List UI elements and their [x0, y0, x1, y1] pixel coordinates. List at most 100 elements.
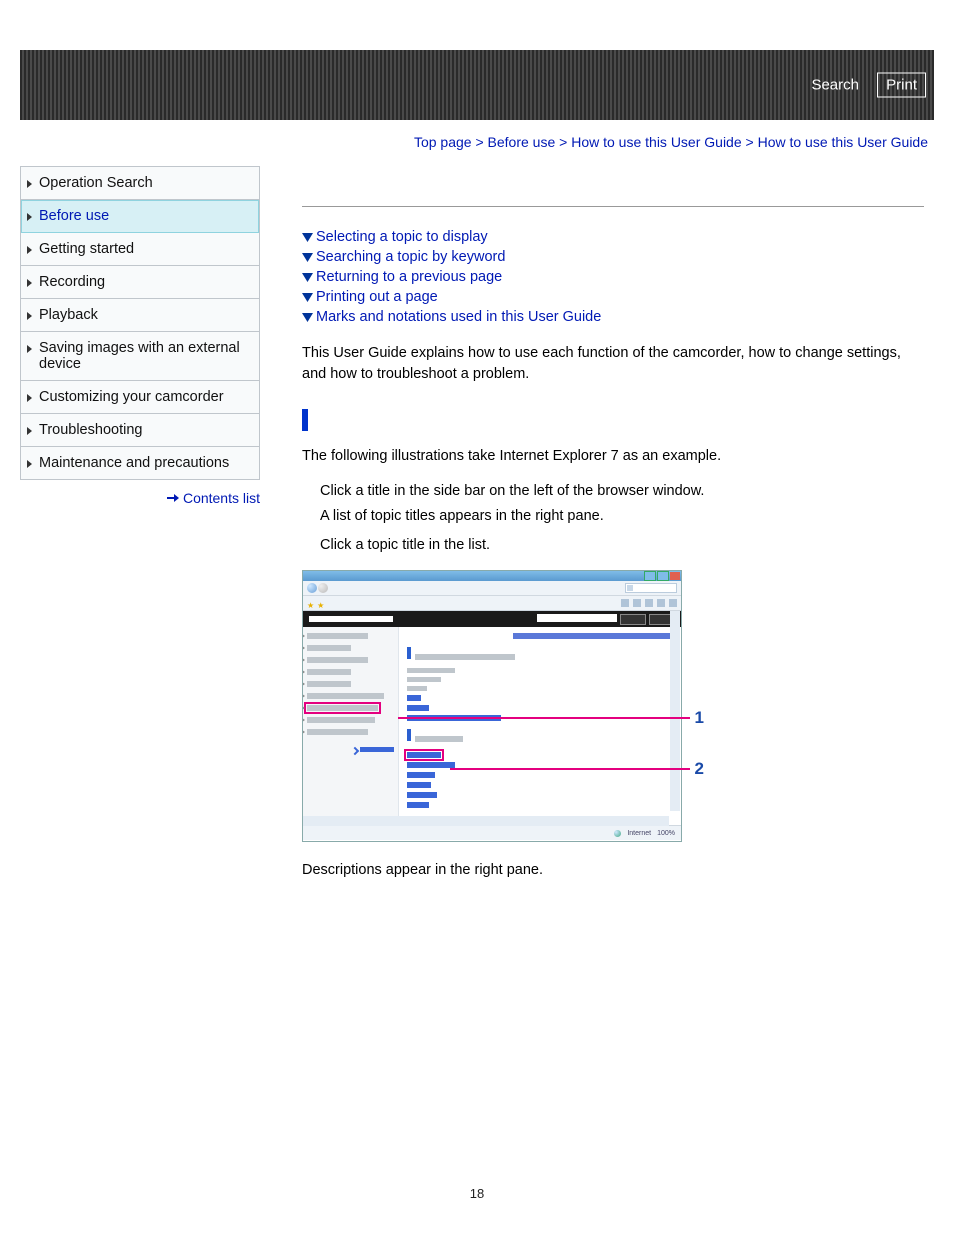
sidebar-item-before-use[interactable]: Before use: [21, 200, 259, 233]
il-logo-placeholder: [309, 616, 393, 622]
il-side-item: [307, 669, 351, 675]
il-heading: [415, 736, 463, 742]
il-status-bar: Internet 100%: [303, 825, 681, 840]
illustration: ★★: [302, 570, 682, 842]
il-heading-mark-icon: [407, 647, 411, 659]
il-sidebar: [303, 627, 399, 825]
divider: [302, 206, 924, 207]
il-status-text: Internet: [627, 830, 651, 837]
header-band: Search Print: [20, 50, 934, 120]
il-star-icon: ★: [317, 601, 324, 610]
anchor-marks[interactable]: Marks and notations used in this User Gu…: [316, 309, 601, 325]
header-buttons: Search Print: [811, 73, 926, 98]
breadcrumb: Top page > Before use > How to use this …: [20, 120, 934, 154]
il-minimize-icon: [644, 571, 656, 581]
il-window-titlebar: [303, 571, 681, 581]
il-globe-icon: [614, 830, 621, 837]
il-callout-label: 1: [695, 708, 704, 728]
step-1-note: A list of topic titles appears in the ri…: [320, 506, 924, 527]
il-home-icon: [621, 599, 629, 607]
anchor-searching[interactable]: Searching a topic by keyword: [316, 249, 505, 265]
il-maximize-icon: [657, 571, 669, 581]
sidebar-item-customizing[interactable]: Customizing your camcorder: [21, 381, 259, 414]
il-search-field: [625, 583, 677, 593]
il-side-item-highlighted: [307, 705, 378, 711]
anchor-printing[interactable]: Printing out a page: [316, 289, 438, 305]
il-contents-link: [360, 747, 394, 752]
search-link[interactable]: Search: [811, 77, 859, 94]
sidebar-nav: Operation Search Before use Getting star…: [20, 166, 260, 480]
down-triangle-icon: [302, 309, 314, 325]
page-number: 18: [0, 1186, 954, 1201]
sidebar-item-operation-search[interactable]: Operation Search: [21, 167, 259, 200]
sidebar: Operation Search Before use Getting star…: [20, 166, 260, 506]
sidebar-item-recording[interactable]: Recording: [21, 266, 259, 299]
il-heading-mark-icon: [407, 729, 411, 741]
il-side-item: [307, 729, 368, 735]
il-text-line: [407, 686, 427, 691]
il-side-item: [307, 717, 375, 723]
il-star-icon: ★: [307, 601, 314, 610]
il-tools-icon: [669, 599, 677, 607]
sidebar-item-troubleshooting[interactable]: Troubleshooting: [21, 414, 259, 447]
sidebar-item-getting-started[interactable]: Getting started: [21, 233, 259, 266]
breadcrumb-item-0[interactable]: Top page: [414, 134, 472, 150]
anchor-returning[interactable]: Returning to a previous page: [316, 269, 502, 285]
il-content-pane: [399, 627, 681, 825]
il-link-line: [407, 782, 431, 788]
down-triangle-icon: [302, 269, 314, 285]
il-arrow-icon: [351, 747, 359, 755]
print-button[interactable]: Print: [877, 73, 926, 98]
il-link-line: [407, 695, 421, 701]
example-note: The following illustrations take Interne…: [302, 446, 924, 467]
il-link-line: [407, 762, 455, 768]
il-side-item: [307, 657, 368, 663]
anchor-selecting[interactable]: Selecting a topic to display: [316, 229, 488, 245]
il-product-header: [303, 611, 681, 627]
il-feeds-icon: [633, 599, 641, 607]
il-header-search-btn: [620, 614, 646, 625]
il-link-highlighted: [407, 752, 441, 758]
anchor-links: Selecting a topic to display Searching a…: [302, 229, 924, 325]
il-print-icon: [645, 599, 653, 607]
il-side-item: [307, 633, 368, 639]
il-text-line: [407, 677, 441, 682]
il-link-line: [407, 802, 429, 808]
contents-list-link[interactable]: Contents list: [183, 490, 260, 506]
il-link-line: [407, 772, 435, 778]
sidebar-item-saving-images[interactable]: Saving images with an external device: [21, 332, 259, 381]
down-triangle-icon: [302, 229, 314, 245]
step-2: Click a topic title in the list.: [320, 535, 924, 556]
il-text-line: [407, 668, 455, 673]
il-back-icon: [307, 583, 317, 593]
il-horizontal-scrollbar: [303, 816, 669, 826]
il-callout-1: 1: [398, 717, 690, 719]
arrow-right-icon: [167, 494, 179, 502]
il-callout-2: 2: [450, 768, 690, 770]
down-triangle-icon: [302, 249, 314, 265]
il-zoom-text: 100%: [657, 830, 675, 837]
il-toolbar-nav: [303, 581, 681, 596]
breadcrumb-item-2[interactable]: How to use this User Guide: [571, 134, 741, 150]
sidebar-item-maintenance[interactable]: Maintenance and precautions: [21, 447, 259, 480]
il-link-line: [407, 705, 429, 711]
il-vertical-scrollbar: [670, 611, 680, 811]
section-heading-mark-icon: [302, 409, 308, 431]
after-figure-text: Descriptions appear in the right pane.: [302, 860, 924, 881]
main-content: Selecting a topic to display Searching a…: [260, 166, 934, 896]
il-link-line: [407, 792, 437, 798]
sidebar-item-playback[interactable]: Playback: [21, 299, 259, 332]
il-header-search: [537, 614, 617, 622]
il-side-item: [307, 693, 384, 699]
il-side-item: [307, 645, 351, 651]
il-side-item: [307, 681, 351, 687]
il-heading: [415, 654, 515, 660]
il-callout-label: 2: [695, 759, 704, 779]
il-forward-icon: [318, 583, 328, 593]
il-page-icon: [657, 599, 665, 607]
breadcrumb-item-1[interactable]: Before use: [488, 134, 556, 150]
il-toolbar-fav: ★★: [303, 596, 681, 611]
il-close-icon: [670, 572, 680, 580]
intro-text: This User Guide explains how to use each…: [302, 343, 924, 385]
down-triangle-icon: [302, 289, 314, 305]
